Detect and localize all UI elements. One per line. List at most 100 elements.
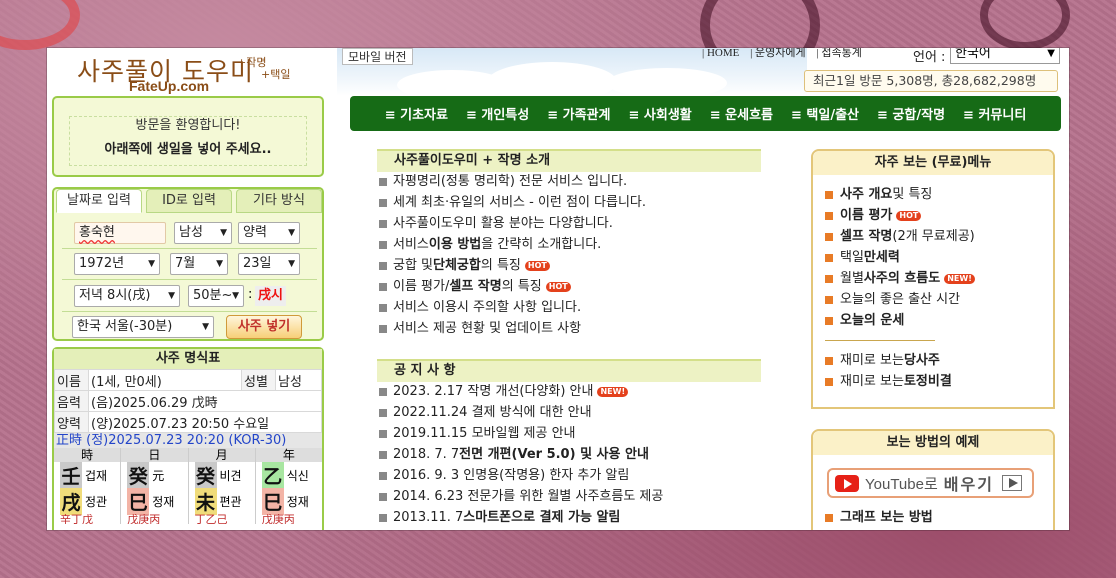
- menu-item-tojeong[interactable]: 재미로 보는 토정비결: [825, 371, 975, 392]
- standard-time-line: 正時 (정)2025.07.23 20:20 (KOR-30): [54, 433, 322, 448]
- pillar-head: 日: [121, 448, 188, 462]
- intro-list: 자평명리(정통 명리학) 전문 서비스 입니다. 세계 최초·유일의 서비스 -…: [379, 171, 789, 339]
- home-link[interactable]: | HOME: [702, 48, 739, 59]
- mobile-version-button[interactable]: 모바일 버전: [342, 48, 413, 65]
- contact-admin-link[interactable]: | 운영자에게: [750, 48, 806, 59]
- intro-item[interactable]: 서비스 이용 방법 을 간략히 소개합니다.: [379, 234, 789, 255]
- pillar-stem-god: 겁재: [85, 468, 108, 483]
- day-select[interactable]: 23일 ▼: [238, 253, 300, 275]
- chevron-down-icon: ▼: [216, 259, 223, 269]
- notice-item[interactable]: 2018. 7. 7 전면 개편(Ver 5.0) 및 사용 안내: [379, 444, 789, 465]
- pillar-head: 年: [255, 448, 322, 462]
- intro-item[interactable]: 서비스 이용시 주의할 사항 입니다.: [379, 297, 789, 318]
- menu-item-monthly-flow[interactable]: 월별 사주의 흐름도 NEW!: [825, 268, 975, 289]
- language-label: 언어 :: [913, 50, 946, 65]
- menu-item-self-naming[interactable]: 셀프 작명 (2개 무료제공): [825, 226, 975, 247]
- notice-item[interactable]: 2014. 6.23 전문가를 위한 월별 사주흐름도 제공: [379, 486, 789, 507]
- nav-item-date-birth[interactable]: ≡ 택일/출산: [791, 104, 859, 123]
- day-value: 23일: [243, 256, 272, 271]
- notice-item[interactable]: 2023. 2.17 작명 개선(다양화) 안내 NEW!: [379, 381, 789, 402]
- minute-value: 50분~: [193, 288, 233, 303]
- gender-select[interactable]: 남성 ▼: [174, 222, 232, 244]
- nav-item-social[interactable]: ≡ 사회생활: [628, 104, 691, 123]
- saju-info-table: 이름 (1세, 만0세) 성별 남성 음력 (음)2025.06.29 戊時 양…: [54, 369, 322, 433]
- year-value: 1972년: [79, 256, 125, 271]
- notice-item[interactable]: 2019.11.15 모바일웹 제공 안내: [379, 423, 789, 444]
- pillar-stem: 癸: [194, 461, 217, 489]
- intro-item-text: 을 간략히 소개합니다.: [481, 237, 602, 252]
- notice-item[interactable]: 2013.11. 7 스마트폰으로 결제 가능 알림: [379, 507, 789, 528]
- intro-item-text: 의 특징: [501, 279, 542, 294]
- nav-item-community[interactable]: ≡ 커뮤니티: [963, 104, 1026, 123]
- gender-label: 성별: [241, 369, 276, 391]
- intro-item[interactable]: 사주풀이도우미 활용 분야는 다양합니다.: [379, 213, 789, 234]
- tab-date-input[interactable]: 날짜로 입력: [56, 189, 142, 213]
- square-bullet-icon: [379, 513, 387, 522]
- square-bullet-icon: [379, 219, 387, 228]
- intro-item-text: 서비스 이용시 주의할 사항 입니다.: [393, 300, 582, 315]
- year-select[interactable]: 1972년 ▼: [74, 253, 160, 275]
- intro-item-text: 사주풀이도우미 활용 분야는 다양합니다.: [393, 216, 613, 231]
- name-input[interactable]: 홍숙현: [74, 222, 166, 244]
- lunar-label: 음력: [54, 390, 89, 412]
- menu-item-bold: 사주의 흐름도: [863, 271, 941, 286]
- nav-item-personal[interactable]: ≡ 개인특성: [466, 104, 529, 123]
- intro-item[interactable]: 서비스 제공 현황 및 업데이트 사항: [379, 318, 789, 339]
- solar-value: (양)2025.07.23 20:50 수요일: [88, 411, 322, 433]
- month-value: 7월: [175, 256, 196, 271]
- intro-item-bold: 이용 방법: [428, 237, 482, 252]
- menu-item-bold: 당사주: [903, 353, 940, 368]
- hour-select[interactable]: 저녁 8시(戌) ▼: [74, 285, 180, 307]
- free-menu-box: 자주 보는 (무료)메뉴 사주 개요 및 특징 이름 평가 HOT 셀프 작명 (2…: [811, 149, 1055, 409]
- menu-item-bold: 이름 평가: [840, 208, 893, 223]
- notice-item[interactable]: 2016. 9. 3 인명용(작명용) 한자 추가 알림: [379, 465, 789, 486]
- notice-item-text: 2013.11. 7: [393, 510, 464, 525]
- nav-item-family[interactable]: ≡ 가족관계: [547, 104, 610, 123]
- intro-item[interactable]: 자평명리(정통 명리학) 전문 서비스 입니다.: [379, 171, 789, 192]
- chevron-down-icon: ▼: [202, 322, 209, 332]
- menu-item-saju-overview[interactable]: 사주 개요 및 특징: [825, 184, 975, 205]
- new-badge: NEW!: [944, 273, 975, 284]
- menu-item-name-eval[interactable]: 이름 평가 HOT: [825, 205, 975, 226]
- site-logo[interactable]: 사주풀이 도우미 +작명 +택일 FateUp.com: [47, 48, 332, 96]
- pillar-hidden-stems: 戊庚丙: [261, 514, 295, 524]
- new-badge: NEW!: [597, 386, 629, 397]
- nav-item-basic[interactable]: ≡ 기초자료: [385, 104, 448, 123]
- birth-input-panel: 날짜로 입력 ID로 입력 기타 방식 홍숙현 남성 ▼ 양력 ▼ 1972년 ▼ 7…: [52, 187, 324, 341]
- orange-square-icon: [825, 316, 833, 325]
- menu-item-calendar[interactable]: 택일 만세력: [825, 247, 975, 268]
- youtube-label: YouTube로: [865, 475, 938, 493]
- menu-item-text: (2개 무료제공): [892, 229, 975, 244]
- tab-id-input[interactable]: ID로 입력: [146, 189, 232, 213]
- tab-other-input[interactable]: 기타 방식: [236, 189, 322, 213]
- calendar-select[interactable]: 양력 ▼: [238, 222, 300, 244]
- nav-item-match-naming[interactable]: ≡ 궁합/작명: [877, 104, 945, 123]
- youtube-learn-button[interactable]: YouTube로 배우기: [827, 468, 1034, 498]
- pillar-hidden-stems: 辛丁戊: [60, 514, 93, 524]
- minute-select[interactable]: 50분~ ▼: [188, 285, 244, 307]
- language-select[interactable]: 한국어 ▼: [950, 48, 1060, 64]
- pillar-stem-god: 식신: [286, 468, 309, 483]
- menu-item-text: 월별: [840, 271, 864, 286]
- intro-item[interactable]: 이름 평가/셀프 작명 의 특징 HOT: [379, 276, 789, 297]
- month-select[interactable]: 7월 ▼: [170, 253, 228, 275]
- pillar-year: 年 乙 식신 巳 정재 戊庚丙: [255, 448, 322, 524]
- menu-item-dang-saju[interactable]: 재미로 보는 당사주: [825, 350, 975, 371]
- submit-saju-button[interactable]: 사주 넣기: [226, 315, 302, 339]
- chevron-down-icon: ▼: [220, 228, 227, 238]
- nav-item-fortune[interactable]: ≡ 운세흐름: [710, 104, 773, 123]
- intro-item[interactable]: 세계 최초·유일의 서비스 - 이런 점이 다릅니다.: [379, 192, 789, 213]
- name-age-value: (1세, 만0세): [88, 369, 242, 391]
- region-select[interactable]: 한국 서울(-30분) ▼: [72, 316, 214, 338]
- intro-item-text: 의 특징: [480, 258, 521, 273]
- chevron-down-icon: ▼: [288, 228, 295, 238]
- menu-item-today-fortune[interactable]: 오늘의 운세: [825, 310, 975, 331]
- menu-item-bold: 셀프 작명: [840, 229, 893, 244]
- intro-item[interactable]: 궁합 및 단체궁합 의 특징 HOT: [379, 255, 789, 276]
- stats-link[interactable]: | 접속통계: [816, 48, 861, 59]
- logo-url: FateUp.com: [129, 78, 210, 94]
- menu-item-birth-time[interactable]: 오늘의 좋은 출산 시간: [825, 289, 975, 310]
- orange-square-icon: [825, 274, 833, 283]
- notice-item[interactable]: 2022.11.24 결제 방식에 대한 안내: [379, 402, 789, 423]
- howto-item-graph[interactable]: 그래프 보는 방법: [825, 507, 933, 528]
